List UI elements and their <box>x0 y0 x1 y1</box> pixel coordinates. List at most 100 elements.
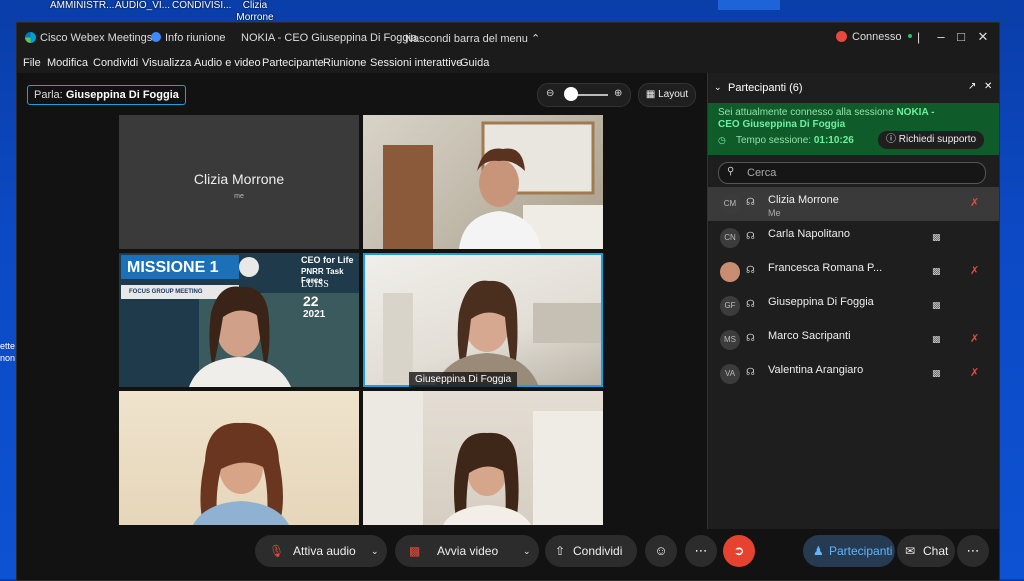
muted-mic-icon[interactable]: ✗ <box>970 264 979 277</box>
menu-bar: File Modifica Condividi Visualizza Audio… <box>17 53 999 73</box>
headset-icon: ☊ <box>746 197 755 208</box>
menu-modifica[interactable]: Modifica <box>47 57 88 69</box>
desktop-icon-amministr[interactable]: AMMINISTR... <box>50 0 114 12</box>
video-tile-participant-2[interactable] <box>363 115 603 249</box>
hide-menu-button[interactable]: Nascondi barra del menu ⌃ <box>405 32 540 45</box>
speaking-name: Giuseppina Di Foggia <box>65 89 179 101</box>
video-tile-self[interactable]: Clizia Morrone me <box>119 115 359 249</box>
menu-riunione[interactable]: Riunione <box>323 57 366 69</box>
emoji-icon: ☺ <box>654 543 668 558</box>
audio-label: Attiva audio <box>293 544 356 558</box>
session-text: Sei attualmente connesso alla sessione N… <box>718 107 948 131</box>
chevron-down-icon[interactable]: ⌄ <box>714 82 722 93</box>
minimize-button[interactable]: – <box>932 29 950 47</box>
avatar: GF <box>720 296 740 316</box>
participants-button[interactable]: ♟ Partecipanti <box>803 535 895 567</box>
help-icon: ⓘ <box>886 134 896 145</box>
close-button[interactable]: ✕ <box>974 29 992 47</box>
share-label: Condividi <box>573 544 623 558</box>
zoom-out-icon[interactable]: ⊖ <box>546 88 554 99</box>
tile-name: Clizia Morrone <box>193 171 285 187</box>
session-text-label: Sei attualmente connesso alla sessione <box>718 107 894 118</box>
panel-more-button[interactable]: ⋯ <box>957 535 989 567</box>
clock-icon: ◷ <box>718 135 726 145</box>
banner-title: MISSIONE 1 <box>127 259 219 276</box>
zoom-knob[interactable] <box>564 87 578 101</box>
menu-audio-video[interactable]: Audio e video <box>194 57 261 69</box>
participant-sub: Me <box>768 208 781 218</box>
speaking-label: Parla: <box>34 89 63 101</box>
video-tile-participant-6[interactable] <box>363 391 603 525</box>
video-off-icon: ▩ <box>409 544 421 558</box>
menu-condividi[interactable]: Condividi <box>93 57 138 69</box>
participant-row[interactable]: GF ☊ Giuseppina Di Foggia ▩ <box>708 289 999 323</box>
desktop-icon-label: Clizia Morrone <box>236 0 274 23</box>
hide-menu-label: Nascondi barra del menu <box>405 33 528 45</box>
maximize-button[interactable]: □ <box>952 29 970 47</box>
ellipsis-icon: ⋯ <box>694 543 708 558</box>
video-tile-active-speaker[interactable]: Giuseppina Di Foggia <box>363 253 603 387</box>
reactions-button[interactable]: ☺ <box>645 535 677 567</box>
desktop-icon-clizia[interactable]: Clizia Morrone <box>234 0 276 24</box>
zoom-slider[interactable]: ⊖ ⊕ <box>537 83 631 107</box>
muted-mic-icon[interactable]: ✗ <box>970 196 979 209</box>
desktop-icon-audio[interactable]: AUDIO_VI... <box>115 0 170 12</box>
participant-row[interactable]: MS ☊ Marco Sacripanti ▩ ✗ <box>708 323 999 357</box>
menu-guida[interactable]: Guida <box>460 57 489 69</box>
participants-panel: ⌄ Partecipanti (6) ↗ ✕ Sei attualmente c… <box>707 73 999 529</box>
video-feed <box>363 391 603 525</box>
muted-mic-icon[interactable]: ✗ <box>970 332 979 345</box>
desktop-icon-condivisi[interactable]: CONDIVISI... <box>172 0 231 12</box>
support-label: Richiedi supporto <box>898 134 977 145</box>
video-options-chevron-icon[interactable]: ⌄ <box>523 535 531 567</box>
record-icon <box>836 31 847 42</box>
desktop-highlight <box>718 0 780 10</box>
muted-mic-icon[interactable]: ✗ <box>970 366 979 379</box>
logo-ceo: CEO for Life <box>301 255 354 265</box>
avatar <box>720 262 740 282</box>
people-icon: ♟ <box>813 544 824 558</box>
audio-options-chevron-icon[interactable]: ⌄ <box>371 535 379 567</box>
logo-luiss: LUISS <box>301 279 329 290</box>
banner-subtitle: FOCUS GROUP MEETING <box>129 289 203 295</box>
chat-label: Chat <box>923 544 949 558</box>
info-button[interactable]: Info riunione <box>151 32 226 44</box>
mute-audio-button[interactable]: 🎙 Attiva audio ⌄ <box>255 535 387 567</box>
menu-file[interactable]: File <box>23 57 41 69</box>
menu-sessioni[interactable]: Sessioni interattive <box>370 57 462 69</box>
menu-partecipante[interactable]: Partecipante <box>262 57 324 69</box>
panel-close-icon[interactable]: ✕ <box>984 81 992 92</box>
more-options-button[interactable]: ⋯ <box>685 535 717 567</box>
search-icon: ⚲ <box>727 166 735 177</box>
menu-visualizza[interactable]: Visualizza <box>142 57 191 69</box>
video-tile-participant-5[interactable] <box>119 391 359 525</box>
chat-button[interactable]: ✉ Chat <box>897 535 955 567</box>
webex-window: Cisco Webex Meetings Info riunione NOKIA… <box>16 22 1000 581</box>
app-name: Cisco Webex Meetings <box>40 32 153 44</box>
share-button[interactable]: ⇧ Condividi <box>545 535 637 567</box>
participant-row[interactable]: CM ☊ Clizia Morrone Me ✗ <box>708 187 999 221</box>
info-icon <box>151 32 161 42</box>
popout-icon[interactable]: ↗ <box>968 81 976 92</box>
layout-button[interactable]: ▦ Layout <box>638 83 696 107</box>
zoom-in-icon[interactable]: ⊕ <box>614 88 622 99</box>
leave-meeting-button[interactable]: ➲ <box>723 535 755 567</box>
tile-sub: me <box>234 193 244 200</box>
support-button[interactable]: ⓘ Richiedi supporto <box>878 131 985 149</box>
participant-search[interactable]: ⚲ Cerca <box>718 162 986 184</box>
chevron-up-icon: ⌃ <box>530 33 541 45</box>
participant-row[interactable]: VA ☊ Valentina Arangiaro ▩ ✗ <box>708 357 999 391</box>
connection-status[interactable]: Connesso <box>836 31 912 43</box>
participant-name: Giuseppina Di Foggia <box>768 296 874 308</box>
desktop-icon-label: AUDIO_VI... <box>115 0 171 11</box>
headset-icon: ☊ <box>746 299 755 310</box>
participant-row[interactable]: CN ☊ Carla Napolitano ▩ <box>708 221 999 255</box>
camera-icon: ▩ <box>932 334 941 344</box>
participant-row[interactable]: ☊ Francesca Romana P... ▩ ✗ <box>708 255 999 289</box>
video-tile-participant-3[interactable]: MISSIONE 1 FOCUS GROUP MEETING CEO for L… <box>119 253 359 387</box>
participants-label: Partecipanti <box>829 544 893 558</box>
webex-logo-icon <box>25 32 36 43</box>
share-icon: ⇧ <box>555 544 566 558</box>
start-video-button[interactable]: ▩ Avvia video ⌄ <box>395 535 539 567</box>
desktop-left-text: ette non <box>0 341 16 363</box>
